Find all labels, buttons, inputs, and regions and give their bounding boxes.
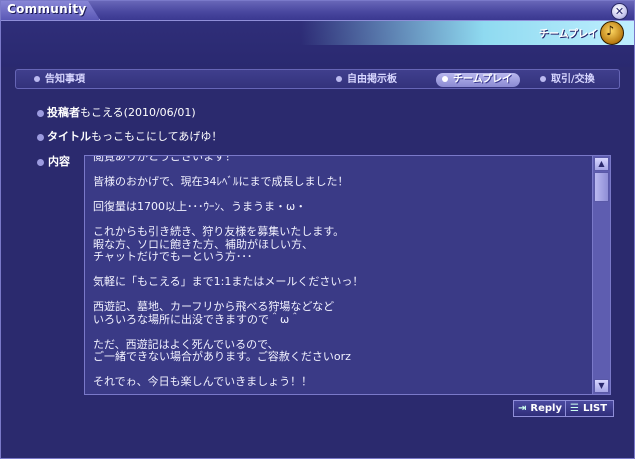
vertical-scrollbar[interactable]: ▲ ▼ [592,156,610,394]
bullet-icon [34,76,40,82]
window-title: Community [7,2,87,16]
bullet-icon [37,109,44,117]
tab-label: 自由掲示板 [347,74,397,85]
tab-label: チームプレイ [453,74,513,85]
bullet-icon [37,133,44,141]
title-bar[interactable]: Community ✕ [1,1,634,21]
list-label: LIST [582,403,608,414]
author-row: 投稿者もこえる(2010/06/01) [37,105,196,121]
content-label: 内容 [37,155,70,169]
list-icon: ☰ [570,403,579,414]
content-label-text: 内容 [48,155,70,168]
trophy-badge-icon: ♪ [600,21,624,45]
bullet-icon [540,76,546,82]
arrow-up-icon: ▲ [598,159,605,168]
arrow-down-icon: ▼ [598,381,605,390]
tab-trade[interactable]: 取引/交換 [540,73,595,87]
list-button[interactable]: ☰ LIST [565,400,615,417]
tab-team-play[interactable]: チームプレイ [436,73,521,87]
tab-notices[interactable]: 告知事項 [34,73,85,87]
board-nav: 告知事項 自由掲示板 チームプレイ 取引/交換 [15,69,620,89]
tab-free-board[interactable]: 自由掲示板 [336,73,397,87]
banner-label: チームプレイ [538,29,598,40]
author-label: 投稿者 [47,106,80,119]
author-value: もこえる(2010/06/01) [80,106,196,119]
title-value: もっこもこにしてあげゆ！ [91,130,223,143]
scroll-up-button[interactable]: ▲ [594,157,609,171]
close-icon: ✕ [614,5,625,18]
community-window: Community ✕ チームプレイ ♪ 告知事項 自由掲示板 チームプレイ 取… [0,0,635,459]
bullet-icon [442,76,448,82]
post-content-text: 閲覧ありがとうございます！ 皆様のおかげで、現在34ﾚﾍﾞﾙにまで成長しました！… [93,155,364,388]
close-button[interactable]: ✕ [611,3,628,20]
tab-label: 告知事項 [45,74,85,85]
reply-button[interactable]: ⇥ Reply [513,400,569,417]
title-label: タイトル [47,130,91,143]
tab-label: 取引/交換 [551,74,595,85]
title-row: タイトルもっこもこにしてあげゆ！ [37,129,222,145]
bullet-icon [336,76,342,82]
reply-label: Reply [530,403,562,414]
reply-icon: ⇥ [518,403,527,414]
scroll-thumb[interactable] [594,172,609,202]
post-content-box[interactable]: 閲覧ありがとうございます！ 皆様のおかげで、現在34ﾚﾍﾞﾙにまで成長しました！… [84,155,611,395]
bullet-icon [37,158,44,166]
scroll-down-button[interactable]: ▼ [594,379,609,393]
